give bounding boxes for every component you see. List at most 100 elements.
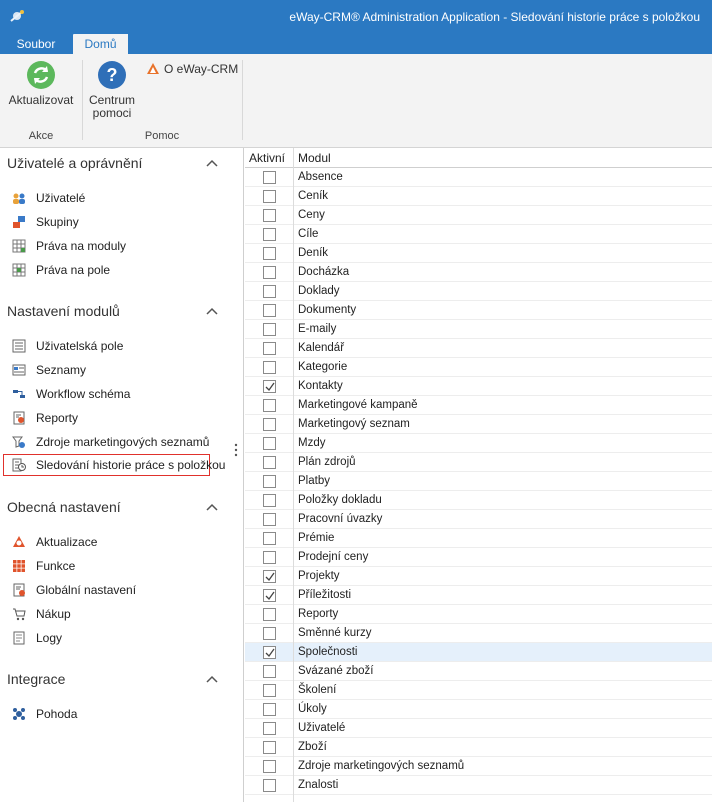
table-row[interactable]: Marketingové kampaně [245, 396, 712, 415]
active-checkbox[interactable] [263, 532, 276, 545]
active-checkbox[interactable] [263, 494, 276, 507]
active-checkbox[interactable] [263, 513, 276, 526]
active-checkbox[interactable] [263, 171, 276, 184]
active-checkbox[interactable] [263, 209, 276, 222]
table-row[interactable]: Příležitosti [245, 586, 712, 605]
table-row[interactable]: Absence [245, 168, 712, 187]
table-row[interactable]: Cíle [245, 225, 712, 244]
table-row[interactable]: Pracovní úvazky [245, 510, 712, 529]
table-row[interactable]: Prodejní ceny [245, 548, 712, 567]
table-row[interactable]: Prémie [245, 529, 712, 548]
about-label: O eWay-CRM [164, 62, 239, 76]
check-icon [265, 648, 275, 658]
section-title-integration: Integrace [7, 671, 66, 687]
check-icon [265, 382, 275, 392]
active-checkbox[interactable] [263, 418, 276, 431]
active-checkbox[interactable] [263, 646, 276, 659]
active-checkbox[interactable] [263, 285, 276, 298]
table-row[interactable]: Svázané zboží [245, 662, 712, 681]
active-checkbox[interactable] [263, 703, 276, 716]
chevron-up-icon[interactable] [206, 503, 218, 511]
active-checkbox[interactable] [263, 247, 276, 260]
help-label-line1: Centrum [88, 93, 135, 107]
sidebar-item-label: Reporty [36, 411, 79, 425]
active-checkbox[interactable] [263, 665, 276, 678]
app-logo-icon [10, 10, 24, 22]
refresh-button[interactable]: Aktualizovat [6, 60, 76, 107]
table-row[interactable]: Marketingový seznam [245, 415, 712, 434]
table-row[interactable]: Směnné kurzy [245, 624, 712, 643]
active-checkbox[interactable] [263, 190, 276, 203]
table-row[interactable]: Kontakty [245, 377, 712, 396]
table-row[interactable]: Mzdy [245, 434, 712, 453]
sidebar-item-label: Seznamy [36, 363, 87, 377]
column-header-module[interactable]: Modul [298, 148, 331, 168]
column-header-active[interactable]: Aktivní [249, 148, 285, 168]
active-checkbox[interactable] [263, 361, 276, 374]
table-row[interactable]: Ceny [245, 206, 712, 225]
table-row[interactable]: Zdroje marketingových seznamů [245, 757, 712, 776]
active-checkbox[interactable] [263, 304, 276, 317]
active-checkbox[interactable] [263, 608, 276, 621]
active-checkbox[interactable] [263, 475, 276, 488]
module-name: Projekty [298, 570, 340, 582]
features-icon [13, 560, 25, 572]
table-row[interactable]: Úkoly [245, 700, 712, 719]
active-checkbox[interactable] [263, 437, 276, 450]
chevron-up-icon[interactable] [206, 307, 218, 315]
module-name: Znalosti [298, 779, 339, 791]
active-checkbox[interactable] [263, 228, 276, 241]
table-row[interactable]: Reporty [245, 605, 712, 624]
module-name: Zdroje marketingových seznamů [298, 760, 465, 772]
active-checkbox[interactable] [263, 266, 276, 279]
tab-home[interactable]: Domů [73, 34, 128, 54]
table-row[interactable]: Dokumenty [245, 301, 712, 320]
active-checkbox[interactable] [263, 684, 276, 697]
table-row[interactable]: Položky dokladu [245, 491, 712, 510]
active-checkbox[interactable] [263, 456, 276, 469]
sidebar-item-history-tracking[interactable]: Sledování historie práce s položkou [3, 454, 225, 476]
active-checkbox[interactable] [263, 722, 276, 735]
table-row[interactable]: Doklady [245, 282, 712, 301]
sidebar-item-label: Práva na pole [36, 263, 111, 277]
table-row[interactable]: E-maily [245, 320, 712, 339]
table-row[interactable]: Platby [245, 472, 712, 491]
check-icon [265, 591, 275, 601]
chevron-up-icon[interactable] [206, 675, 218, 683]
help-center-button[interactable]: ? Centrum pomoci [86, 60, 138, 120]
active-checkbox[interactable] [263, 779, 276, 792]
splitter-handle-icon[interactable] [234, 442, 238, 458]
table-row[interactable]: Kalendář [245, 339, 712, 358]
sidebar-item-label: Uživatelé [36, 191, 86, 205]
lists-icon [12, 364, 26, 376]
table-row[interactable]: Projekty [245, 567, 712, 586]
table-row[interactable]: Plán zdrojů [245, 453, 712, 472]
active-checkbox[interactable] [263, 399, 276, 412]
reports-icon [13, 411, 25, 425]
table-row[interactable]: Společnosti [245, 643, 712, 662]
ribbon: Aktualizovat ? Centrum pomoci O eWay-CRM… [0, 54, 712, 148]
active-checkbox[interactable] [263, 380, 276, 393]
active-checkbox[interactable] [263, 570, 276, 583]
active-checkbox[interactable] [263, 323, 276, 336]
table-row[interactable]: Ceník [245, 187, 712, 206]
about-button[interactable]: O eWay-CRM [146, 60, 238, 78]
table-row[interactable]: Deník [245, 244, 712, 263]
active-checkbox[interactable] [263, 627, 276, 640]
table-row[interactable]: Zboží [245, 738, 712, 757]
table-row[interactable]: Docházka [245, 263, 712, 282]
active-checkbox[interactable] [263, 760, 276, 773]
module-name: Cíle [298, 228, 319, 240]
table-row[interactable]: Kategorie [245, 358, 712, 377]
table-row[interactable]: Školení [245, 681, 712, 700]
global-settings-icon [13, 583, 25, 597]
active-checkbox[interactable] [263, 551, 276, 564]
active-checkbox[interactable] [263, 741, 276, 754]
active-checkbox[interactable] [263, 342, 276, 355]
table-row[interactable]: Uživatelé [245, 719, 712, 738]
active-checkbox[interactable] [263, 589, 276, 602]
tab-file[interactable]: Soubor [8, 34, 64, 54]
chevron-up-icon[interactable] [206, 159, 218, 167]
sidebar-item-label: Pohoda [36, 707, 78, 721]
table-row[interactable]: Znalosti [245, 776, 712, 795]
